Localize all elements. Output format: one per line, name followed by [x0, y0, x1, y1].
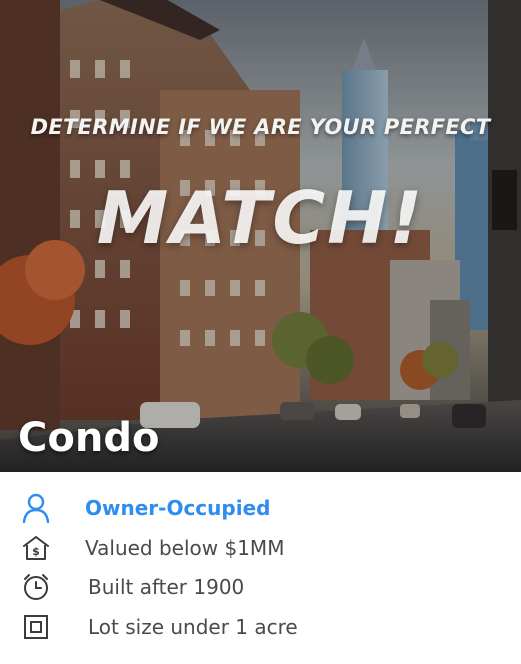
feature-built-after: Built after 1900 — [0, 569, 521, 605]
feature-label: Owner-Occupied — [85, 496, 271, 520]
svg-text:$: $ — [32, 545, 40, 558]
alarm-clock-icon — [20, 571, 52, 603]
feature-label: Valued below $1MM — [85, 536, 285, 560]
house-dollar-icon: $ — [20, 532, 52, 564]
feature-lot-size: Lot size under 1 acre — [0, 609, 521, 645]
headline-match: MATCH! — [96, 176, 425, 260]
property-type-title: Condo — [18, 415, 160, 461]
headline-tagline: DETERMINE IF WE ARE YOUR PERFECT — [30, 115, 491, 139]
lot-size-icon — [20, 611, 52, 643]
feature-label: Lot size under 1 acre — [88, 615, 298, 639]
condo-match-card: DETERMINE IF WE ARE YOUR PERFECT MATCH! … — [0, 0, 521, 664]
feature-valued-below: $ Valued below $1MM — [0, 530, 521, 566]
feature-owner-occupied: Owner-Occupied — [0, 490, 521, 526]
hero-image: DETERMINE IF WE ARE YOUR PERFECT MATCH! … — [0, 0, 521, 472]
feature-label: Built after 1900 — [88, 575, 245, 599]
person-icon — [20, 492, 52, 524]
